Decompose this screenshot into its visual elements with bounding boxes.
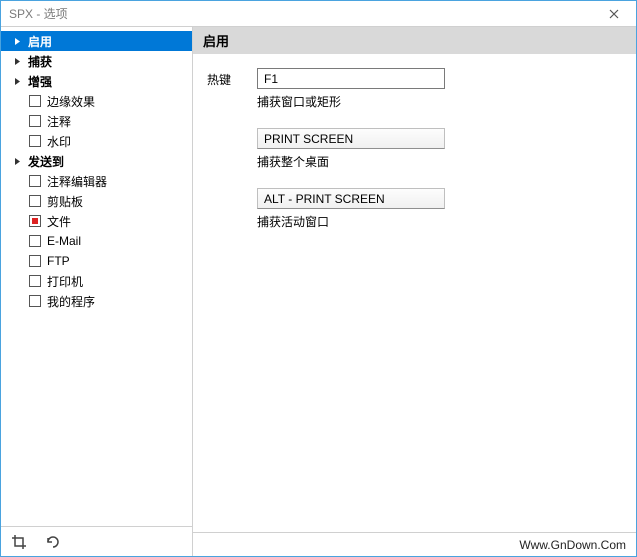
nav-node-label: 发送到	[28, 153, 64, 170]
footer: Www.GnDown.Com	[193, 532, 636, 556]
nav-child[interactable]: FTP	[1, 251, 192, 271]
nav-child-label: 我的程序	[47, 293, 95, 310]
content-pane: 启用 热键 捕获窗口或矩形 PRINT SCREEN 捕获整个桌面 ALT - PRI…	[193, 27, 636, 556]
nav-child[interactable]: 边缘效果	[1, 91, 192, 111]
nav-child[interactable]: 我的程序	[1, 291, 192, 311]
check-indicator	[32, 218, 38, 224]
nav-child[interactable]: 注释	[1, 111, 192, 131]
checkbox[interactable]	[29, 115, 41, 127]
hotkey-fields: 捕获窗口或矩形 PRINT SCREEN 捕获整个桌面 ALT - PRINT SCR…	[257, 68, 622, 248]
nav-child[interactable]: 剪贴板	[1, 191, 192, 211]
nav-child-label: 注释编辑器	[47, 173, 107, 190]
nav-child-label: 打印机	[47, 273, 83, 290]
footer-text: Www.GnDown.Com	[519, 538, 626, 552]
checkbox[interactable]	[29, 195, 41, 207]
nav-child[interactable]: 水印	[1, 131, 192, 151]
nav-node-label: 启用	[28, 33, 52, 50]
hotkey-desc: 捕获窗口或矩形	[257, 93, 622, 110]
checkbox[interactable]	[29, 295, 41, 307]
hotkey-desc: 捕获整个桌面	[257, 153, 622, 170]
checkbox[interactable]	[29, 135, 41, 147]
expand-icon	[13, 157, 22, 166]
body: 启用捕获增强边缘效果注释水印发送到注释编辑器剪贴板文件 E-Mail FTP 打印机我…	[1, 27, 636, 556]
checkbox[interactable]	[29, 95, 41, 107]
nav-child-label: 剪贴板	[47, 193, 83, 210]
nav-child-label: 文件	[47, 213, 71, 230]
nav-tree: 启用捕获增强边缘效果注释水印发送到注释编辑器剪贴板文件 E-Mail FTP 打印机我…	[1, 27, 192, 526]
expand-icon	[13, 37, 22, 46]
nav-child-label: E-Mail	[47, 234, 81, 248]
nav-child-label: FTP	[47, 254, 70, 268]
close-button[interactable]	[592, 1, 636, 27]
sidebar: 启用捕获增强边缘效果注释水印发送到注释编辑器剪贴板文件 E-Mail FTP 打印机我…	[1, 27, 193, 556]
content-body: 热键 捕获窗口或矩形 PRINT SCREEN 捕获整个桌面 ALT - PRINT …	[193, 54, 636, 532]
nav-child[interactable]: E-Mail	[1, 231, 192, 251]
nav-child[interactable]: 注释编辑器	[1, 171, 192, 191]
nav-node[interactable]: 发送到	[1, 151, 192, 171]
nav-child-label: 边缘效果	[47, 93, 95, 110]
hotkey-input[interactable]	[257, 68, 445, 89]
close-icon	[609, 9, 619, 19]
nav-node-label: 增强	[28, 73, 52, 90]
expand-icon	[13, 77, 22, 86]
hotkey-desc: 捕获活动窗口	[257, 213, 622, 230]
sidebar-footer	[1, 526, 192, 556]
titlebar: SPX - 选项	[1, 1, 636, 27]
nav-node[interactable]: 启用	[1, 31, 192, 51]
undo-icon	[45, 534, 61, 550]
checkbox[interactable]	[29, 175, 41, 187]
window-title: SPX - 选项	[9, 5, 592, 22]
checkbox[interactable]	[29, 215, 41, 227]
app-window: SPX - 选项 启用捕获增强边缘效果注释水印发送到注释编辑器剪贴板文件 E-Ma…	[0, 0, 637, 557]
nav-child[interactable]: 文件	[1, 211, 192, 231]
nav-child-label: 注释	[47, 113, 71, 130]
checkbox[interactable]	[29, 255, 41, 267]
crop-button[interactable]	[7, 530, 31, 554]
hotkey-display[interactable]: PRINT SCREEN	[257, 128, 445, 149]
nav-node[interactable]: 捕获	[1, 51, 192, 71]
content-heading: 启用	[193, 27, 636, 54]
expand-icon	[13, 57, 22, 66]
nav-child[interactable]: 打印机	[1, 271, 192, 291]
nav-child-label: 水印	[47, 133, 71, 150]
hotkey-row: 热键 捕获窗口或矩形 PRINT SCREEN 捕获整个桌面 ALT - PRINT …	[207, 68, 622, 248]
undo-button[interactable]	[41, 530, 65, 554]
hotkey-label: 热键	[207, 68, 257, 88]
nav-node-label: 捕获	[28, 53, 52, 70]
checkbox[interactable]	[29, 235, 41, 247]
hotkey-display[interactable]: ALT - PRINT SCREEN	[257, 188, 445, 209]
crop-icon	[11, 534, 27, 550]
checkbox[interactable]	[29, 275, 41, 287]
nav-node[interactable]: 增强	[1, 71, 192, 91]
